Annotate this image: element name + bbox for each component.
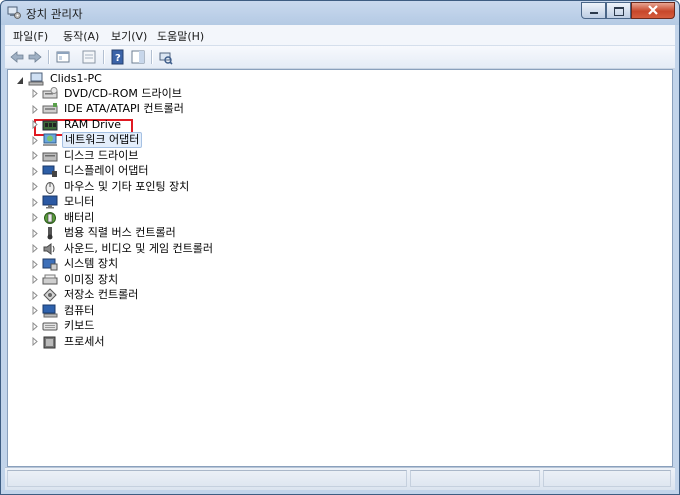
- expand-arrow-icon[interactable]: [31, 275, 39, 284]
- tree-item[interactable]: RAM Drive: [42, 117, 123, 132]
- expand-arrow-icon[interactable]: [31, 104, 39, 114]
- ide-controller-icon: [42, 103, 58, 114]
- mouse-icon: [45, 181, 55, 194]
- expand-arrow-icon[interactable]: [31, 259, 39, 269]
- expand-arrow-icon[interactable]: [31, 166, 39, 176]
- expand-arrow-icon[interactable]: [31, 244, 39, 253]
- expand-arrow-icon[interactable]: [31, 337, 39, 346]
- tree-item-label: IDE ATA/ATAPI 컨트롤러: [64, 102, 184, 115]
- sound-icon: [43, 242, 55, 255]
- computer-icon: [42, 304, 58, 317]
- tree-item[interactable]: DVD/CD-ROM 드라이브: [42, 86, 184, 101]
- monitor-icon: [42, 195, 58, 209]
- tree-item[interactable]: 컴퓨터: [42, 303, 96, 318]
- imaging-device-icon: [42, 274, 58, 284]
- expand-arrow-icon[interactable]: [31, 197, 39, 207]
- tree-item[interactable]: IDE ATA/ATAPI 컨트롤러: [42, 102, 186, 117]
- tree-item-label: 마우스 및 기타 포인팅 장치: [64, 179, 190, 193]
- tree-item-label: 키보드: [64, 319, 95, 332]
- keyboard-icon: [42, 322, 58, 331]
- expand-arrow-icon[interactable]: [31, 321, 39, 331]
- tree-root-label: Clids1-PC: [50, 71, 102, 85]
- tree-item-label: 배터리: [64, 210, 95, 224]
- expand-arrow-icon[interactable]: [31, 151, 39, 160]
- expand-arrow-icon[interactable]: [31, 306, 39, 315]
- tree-item[interactable]: 이미징 장치: [42, 272, 120, 287]
- tree-item[interactable]: 디스플레이 어댑터: [42, 164, 150, 179]
- tree-item[interactable]: 시스템 장치: [42, 257, 120, 272]
- tree-item[interactable]: 사운드, 비디오 및 게임 컨트롤러: [42, 241, 215, 256]
- collapse-arrow-icon[interactable]: [16, 76, 24, 85]
- tree-item[interactable]: 범용 직렬 버스 컨트롤러: [42, 226, 178, 241]
- tree-item[interactable]: 배터리: [42, 210, 96, 225]
- storage-controller-icon: [43, 288, 57, 302]
- tree-item-label: 이미징 장치: [64, 272, 119, 286]
- tree-item-label: 디스크 드라이브: [64, 148, 139, 162]
- tree-item[interactable]: 디스크 드라이브: [42, 148, 140, 163]
- expand-arrow-icon[interactable]: [31, 89, 39, 98]
- expand-arrow-icon[interactable]: [31, 182, 39, 191]
- tree-item-label: 네트워크 어댑터: [62, 132, 143, 148]
- expand-arrow-icon[interactable]: [31, 120, 39, 129]
- tree-item-label: 모니터: [64, 195, 95, 208]
- tree-item[interactable]: 네트워크 어댑터: [42, 132, 143, 148]
- tree-item-label: 사운드, 비디오 및 게임 컨트롤러: [64, 241, 214, 255]
- tree-item-label: 시스템 장치: [64, 257, 119, 270]
- processor-icon: [43, 336, 56, 348]
- tree-root-node[interactable]: Clids1-PC: [28, 71, 104, 86]
- usb-controller-icon: [47, 227, 53, 240]
- network-adapter-icon: [43, 133, 57, 146]
- expand-arrow-icon[interactable]: [31, 290, 39, 300]
- tree-item-label: DVD/CD-ROM 드라이브: [64, 86, 182, 100]
- tree-item[interactable]: 프로세서: [42, 334, 106, 349]
- system-device-icon: [42, 258, 58, 271]
- tree-item[interactable]: 모니터: [42, 195, 96, 210]
- tree-item-label: 프로세서: [64, 334, 105, 348]
- tree-item-label: 디스플레이 어댑터: [64, 164, 149, 177]
- battery-icon: [44, 211, 56, 224]
- dvd-drive-icon: [42, 86, 58, 98]
- tree-item-label: 범용 직렬 버스 컨트롤러: [64, 226, 176, 239]
- expand-arrow-icon[interactable]: [31, 228, 39, 238]
- tree-item[interactable]: 마우스 및 기타 포인팅 장치: [42, 179, 191, 194]
- disk-drive-icon: [42, 152, 58, 161]
- ram-drive-icon: [42, 120, 58, 130]
- tree-item[interactable]: 저장소 컨트롤러: [42, 288, 140, 303]
- expand-arrow-icon[interactable]: [31, 135, 39, 145]
- computer-root-icon: [28, 72, 44, 85]
- tree-item-label: RAM Drive: [64, 117, 122, 131]
- tree-item[interactable]: 키보드: [42, 319, 96, 334]
- display-adapter-icon: [42, 165, 57, 177]
- tree-item-label: 저장소 컨트롤러: [64, 288, 139, 301]
- tree-item-label: 컴퓨터: [64, 303, 95, 317]
- expand-arrow-icon[interactable]: [31, 213, 39, 222]
